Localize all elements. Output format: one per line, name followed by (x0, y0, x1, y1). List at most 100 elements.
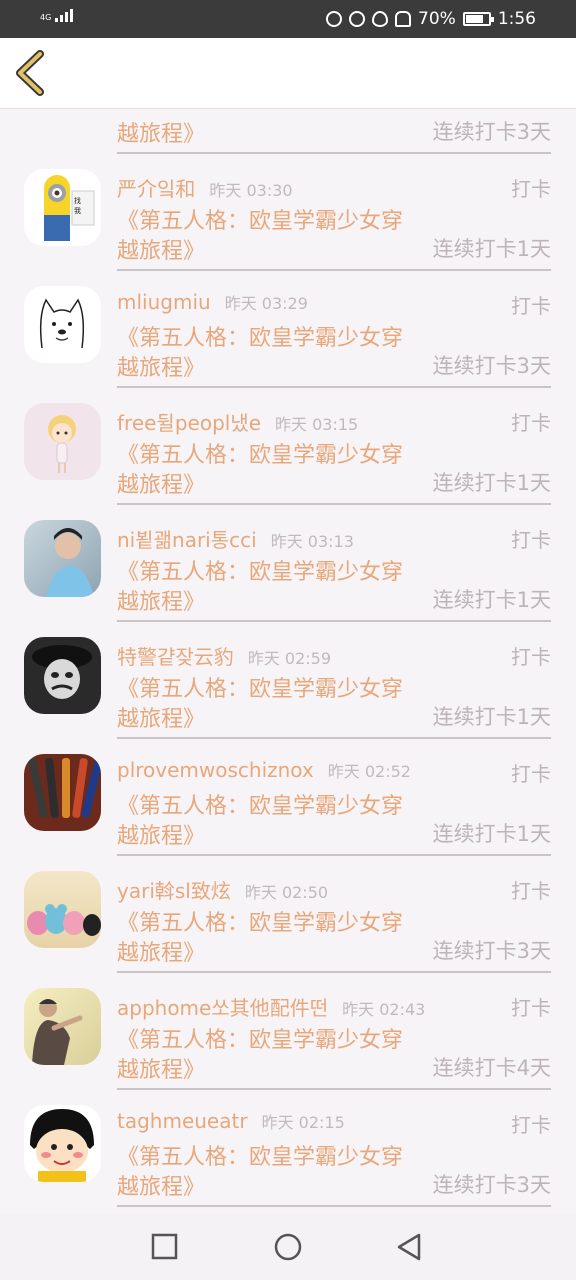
book-title-line2[interactable]: 越旅程》 (117, 701, 205, 733)
book-title-line1[interactable]: 《第五人格：欧皇学霸少女穿 (117, 1139, 403, 1171)
streak-label: 连续打卡1天 (432, 822, 551, 846)
svg-text:我: 我 (74, 206, 81, 215)
list-item[interactable]: apphome쏘其他配件떤 昨天 02:43 打卡 《第五人格：欧皇学霸少女穿 越… (0, 983, 576, 1100)
square-icon (151, 1233, 178, 1260)
username: mliugmiu 昨天 03:29 (117, 290, 308, 314)
chevron-left-icon (16, 50, 44, 96)
divider (117, 854, 551, 856)
list-item[interactable]: taghmeueatr 昨天 02:15 打卡 《第五人格：欧皇学霸少女穿 越旅程… (0, 1100, 576, 1214)
list-item[interactable]: 特警걑잦云豹 昨天 02:59 打卡 《第五人格：欧皇学霸少女穿 越旅程》 连续打… (0, 632, 576, 749)
divider (117, 152, 551, 154)
network-type: 4G (40, 13, 52, 22)
nav-back-button[interactable] (393, 1231, 425, 1263)
streak-label: 连续打卡3天 (432, 354, 551, 378)
divider (117, 1088, 551, 1090)
divider (117, 971, 551, 973)
checkin-label: 打卡 (511, 1113, 551, 1137)
checkin-label: 打卡 (511, 996, 551, 1020)
book-title-line2[interactable]: 越旅程》 (117, 935, 205, 967)
circle-icon (274, 1233, 302, 1261)
avatar (24, 520, 101, 597)
book-title-line1[interactable]: 《第五人格：欧皇学霸少女穿 (117, 905, 403, 937)
timestamp: 昨天 03:13 (270, 532, 354, 551)
book-title-line2[interactable]: 越旅程》 (117, 1169, 205, 1201)
checkin-label: 打卡 (511, 294, 551, 318)
streak-label: 连续打卡1天 (432, 705, 551, 729)
timestamp: 昨天 03:30 (209, 181, 293, 200)
username: ni뵡괢nari통cci 昨天 03:13 (117, 528, 354, 552)
checkin-label: 打卡 (511, 411, 551, 435)
timestamp: 昨天 03:15 (275, 415, 359, 434)
signal-bar-icon (55, 18, 59, 22)
checkin-label: 打卡 (511, 762, 551, 786)
book-title-line1[interactable]: 《第五人格：欧皇学霸少女穿 (117, 554, 403, 586)
book-title-line1[interactable]: 《第五人格：欧皇学霸少女穿 (117, 671, 403, 703)
streak-label: 连续打卡1天 (432, 588, 551, 612)
avatar (24, 403, 101, 480)
username: plrovemwoschiznox 昨天 02:52 (117, 758, 411, 782)
book-title-line1[interactable]: 《第五人格：欧皇学霸少女穿 (117, 437, 403, 469)
avatar (24, 754, 101, 831)
battery-percent: 70% (418, 9, 456, 29)
streak-label: 连续打卡3天 (432, 1173, 551, 1197)
top-bar (0, 38, 576, 109)
streak-label: 连续打卡4天 (432, 1056, 551, 1080)
back-button[interactable] (10, 50, 54, 96)
book-title-line2[interactable]: 越旅程》 (117, 818, 205, 850)
book-title-line2[interactable]: 越旅程》 (117, 233, 205, 265)
home-button[interactable] (272, 1231, 304, 1263)
timestamp: 昨天 02:43 (342, 1000, 426, 1019)
divider (117, 620, 551, 622)
divider (117, 269, 551, 271)
list-item[interactable]: yari斡sl致炫 昨天 02:50 打卡 《第五人格：欧皇学霸少女穿 越旅程》 … (0, 866, 576, 983)
avatar (24, 1105, 101, 1182)
book-title-line2: 越旅程》 (117, 122, 206, 147)
list-item[interactable]: plrovemwoschiznox 昨天 02:52 打卡 《第五人格：欧皇学霸少… (0, 749, 576, 866)
headphones-icon (326, 11, 343, 27)
data-saver-icon (349, 11, 366, 27)
book-title-line1[interactable]: 《第五人格：欧皇学霸少女穿 (117, 1022, 403, 1054)
timestamp: 昨天 02:52 (327, 762, 411, 781)
list-item[interactable]: ni뵡괢nari통cci 昨天 03:13 打卡 《第五人格：欧皇学霸少女穿 越旅… (0, 515, 576, 632)
book-title-line2[interactable]: 越旅程》 (117, 350, 205, 382)
avatar (24, 988, 101, 1065)
avatar (24, 637, 101, 714)
list-item[interactable]: free뒬peopl냈e 昨天 03:15 打卡 《第五人格：欧皇学霸少女穿 越旅… (0, 398, 576, 515)
divider (117, 737, 551, 739)
timestamp: 昨天 02:50 (244, 883, 329, 902)
book-title-line1[interactable]: 《第五人格：欧皇学霸少女穿 (117, 203, 403, 235)
book-title-line2[interactable]: 越旅程》 (117, 467, 205, 499)
username: yari斡sl致炫 昨天 02:50 (117, 879, 329, 903)
divider (117, 386, 551, 388)
book-title-line1[interactable]: 《第五人格：欧皇学霸少女穿 (117, 320, 403, 352)
triangle-back-icon (397, 1233, 421, 1261)
checkin-list[interactable]: 越旅程》 连续打卡3天 找 我 严介잌和 昨天 03:30 打卡 《第五人格：欧… (0, 109, 576, 1214)
book-title-line2[interactable]: 越旅程》 (117, 1052, 205, 1084)
svg-text:找: 找 (74, 196, 81, 205)
streak-label: 连续打卡1天 (432, 237, 551, 261)
timestamp: 昨天 03:29 (224, 294, 308, 313)
checkin-label: 打卡 (511, 879, 551, 903)
username: 特警걑잦云豹 昨天 02:59 (117, 645, 332, 669)
book-title-line2[interactable]: 越旅程》 (117, 584, 205, 616)
mute-bell-icon (395, 11, 412, 27)
username: taghmeueatr 昨天 02:15 (117, 1109, 345, 1133)
list-item[interactable]: 找 我 严介잌和 昨天 03:30 打卡 《第五人格：欧皇学霸少女穿 越旅程》 连… (0, 164, 576, 281)
divider (117, 503, 551, 505)
avatar: 找 我 (24, 169, 101, 246)
signal-indicator: 4G (40, 9, 74, 22)
timestamp: 昨天 02:15 (261, 1113, 345, 1132)
list-item[interactable]: 越旅程》 连续打卡3天 (0, 109, 576, 164)
status-bar: 4G 70% 1:56 (0, 0, 576, 38)
navigation-bar (0, 1214, 576, 1280)
list-item[interactable]: mliugmiu 昨天 03:29 打卡 《第五人格：欧皇学霸少女穿 越旅程》 连… (0, 281, 576, 398)
username: apphome쏘其他配件떤 昨天 02:43 (117, 996, 426, 1020)
streak-label: 连续打卡3天 (432, 939, 551, 963)
eye-icon (372, 11, 389, 27)
checkin-label: 打卡 (511, 645, 551, 669)
username: free뒬peopl냈e 昨天 03:15 (117, 411, 359, 435)
recent-apps-button[interactable] (149, 1231, 181, 1263)
avatar (24, 871, 101, 948)
signal-bar-icon (70, 9, 74, 22)
book-title-line1[interactable]: 《第五人格：欧皇学霸少女穿 (117, 788, 403, 820)
